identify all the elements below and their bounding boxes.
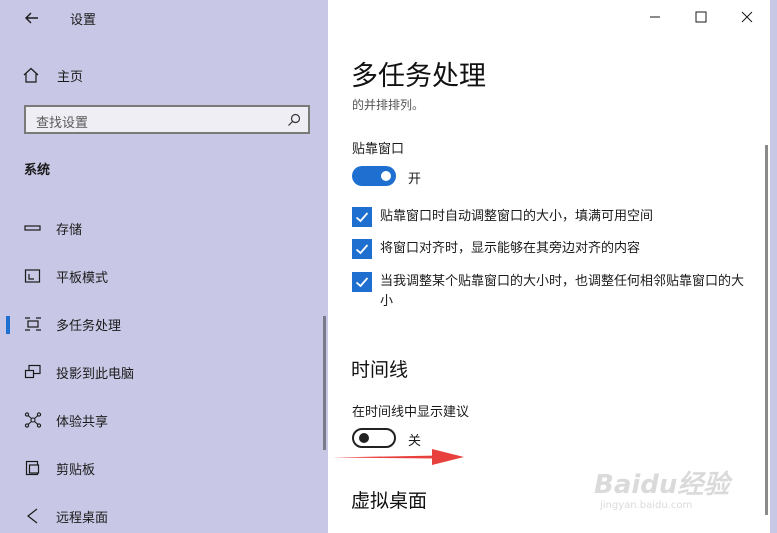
timeline-suggestions-label: 在时间线中显示建议: [352, 405, 470, 420]
baidu-watermark: Baidu经验 jingyan.baidu.com: [594, 462, 744, 520]
page-title: 多任务处理: [351, 61, 486, 92]
section-label-system: 系统: [24, 163, 51, 178]
sidebar-item-tablet-mode[interactable]: 平板模式: [0, 260, 320, 292]
close-icon: [741, 11, 753, 23]
snap-option-1-checkbox[interactable]: [352, 207, 372, 227]
settings-window: 设置 主页 查找设置 系统 存储 平板模式 多任务处理 投影到此电脑 体验共享 …: [0, 0, 777, 533]
minimize-icon: [650, 16, 660, 18]
sidebar-item-projecting[interactable]: 投影到此电脑: [0, 356, 320, 388]
close-button[interactable]: [724, 0, 770, 32]
snap-option-3-label: 当我调整某个贴靠窗口的大小时，也调整任何相邻贴靠窗口的大小: [380, 274, 745, 309]
main-scrollbar[interactable]: [765, 145, 768, 515]
snap-toggle-state: 开: [408, 172, 422, 187]
checkmark-icon: [355, 244, 369, 255]
storage-icon: [24, 220, 42, 236]
sidebar-item-label: 远程桌面: [56, 511, 109, 526]
snap-windows-toggle[interactable]: [352, 166, 396, 186]
window-right-border: [770, 0, 777, 533]
snap-windows-label: 贴靠窗口: [352, 142, 405, 157]
sidebar-scrollbar[interactable]: [323, 316, 326, 450]
timeline-suggestions-toggle[interactable]: [352, 428, 396, 448]
sidebar-item-multitasking[interactable]: 多任务处理: [0, 308, 320, 340]
checkmark-icon: [355, 212, 369, 223]
sidebar-item-shared-experiences[interactable]: 体验共享: [0, 404, 320, 436]
sidebar-item-home[interactable]: 主页: [22, 63, 312, 87]
app-title: 设置: [70, 13, 97, 28]
page-subtitle: 的并排排列。: [352, 98, 425, 112]
shared-experiences-icon: [24, 412, 42, 428]
sidebar-item-clipboard[interactable]: 剪贴板: [0, 452, 320, 484]
sidebar-item-label: 投影到此电脑: [56, 367, 135, 382]
selection-indicator: [6, 316, 10, 334]
watermark-url: jingyan.baidu.com: [600, 500, 693, 511]
snap-option-3-checkbox[interactable]: [352, 272, 372, 292]
projecting-icon: [24, 364, 42, 380]
back-button[interactable]: [20, 6, 44, 30]
timeline-toggle-state: 关: [408, 434, 422, 449]
virtual-desktops-heading: 虚拟桌面: [351, 490, 428, 512]
watermark-logo: Baidu经验: [594, 470, 730, 500]
annotation-arrow-icon: [332, 449, 464, 465]
multitasking-icon: [24, 316, 42, 332]
search-input[interactable]: 查找设置: [24, 105, 310, 134]
sidebar-item-label: 多任务处理: [56, 319, 122, 334]
sidebar-item-label: 体验共享: [56, 415, 109, 430]
minimize-button[interactable]: [632, 0, 678, 32]
sidebar-item-remote-desktop[interactable]: 远程桌面: [0, 500, 320, 532]
search-placeholder: 查找设置: [36, 116, 89, 131]
sidebar: 设置 主页 查找设置 系统 存储 平板模式 多任务处理 投影到此电脑 体验共享 …: [0, 0, 328, 533]
snap-option-2-checkbox[interactable]: [352, 239, 372, 259]
snap-option-1-label: 贴靠窗口时自动调整窗口的大小，填满可用空间: [380, 209, 654, 224]
sidebar-item-storage[interactable]: 存储: [0, 212, 320, 244]
tablet-mode-icon: [24, 268, 42, 284]
checkmark-icon: [355, 277, 369, 288]
sidebar-item-label: 存储: [56, 223, 83, 238]
toggle-knob: [381, 171, 391, 181]
search-icon: [286, 112, 302, 128]
maximize-button[interactable]: [678, 0, 724, 32]
sidebar-item-label: 平板模式: [56, 271, 109, 286]
home-label: 主页: [57, 69, 84, 85]
maximize-icon: [695, 11, 707, 23]
timeline-heading: 时间线: [351, 359, 409, 381]
clipboard-icon: [24, 460, 42, 476]
snap-option-2-label: 将窗口对齐时，显示能够在其旁边对齐的内容: [380, 241, 641, 256]
remote-desktop-icon: [24, 508, 42, 524]
home-icon: [22, 65, 44, 85]
back-arrow-icon: [25, 12, 38, 24]
toggle-knob: [359, 433, 369, 443]
sidebar-item-label: 剪贴板: [56, 463, 96, 478]
